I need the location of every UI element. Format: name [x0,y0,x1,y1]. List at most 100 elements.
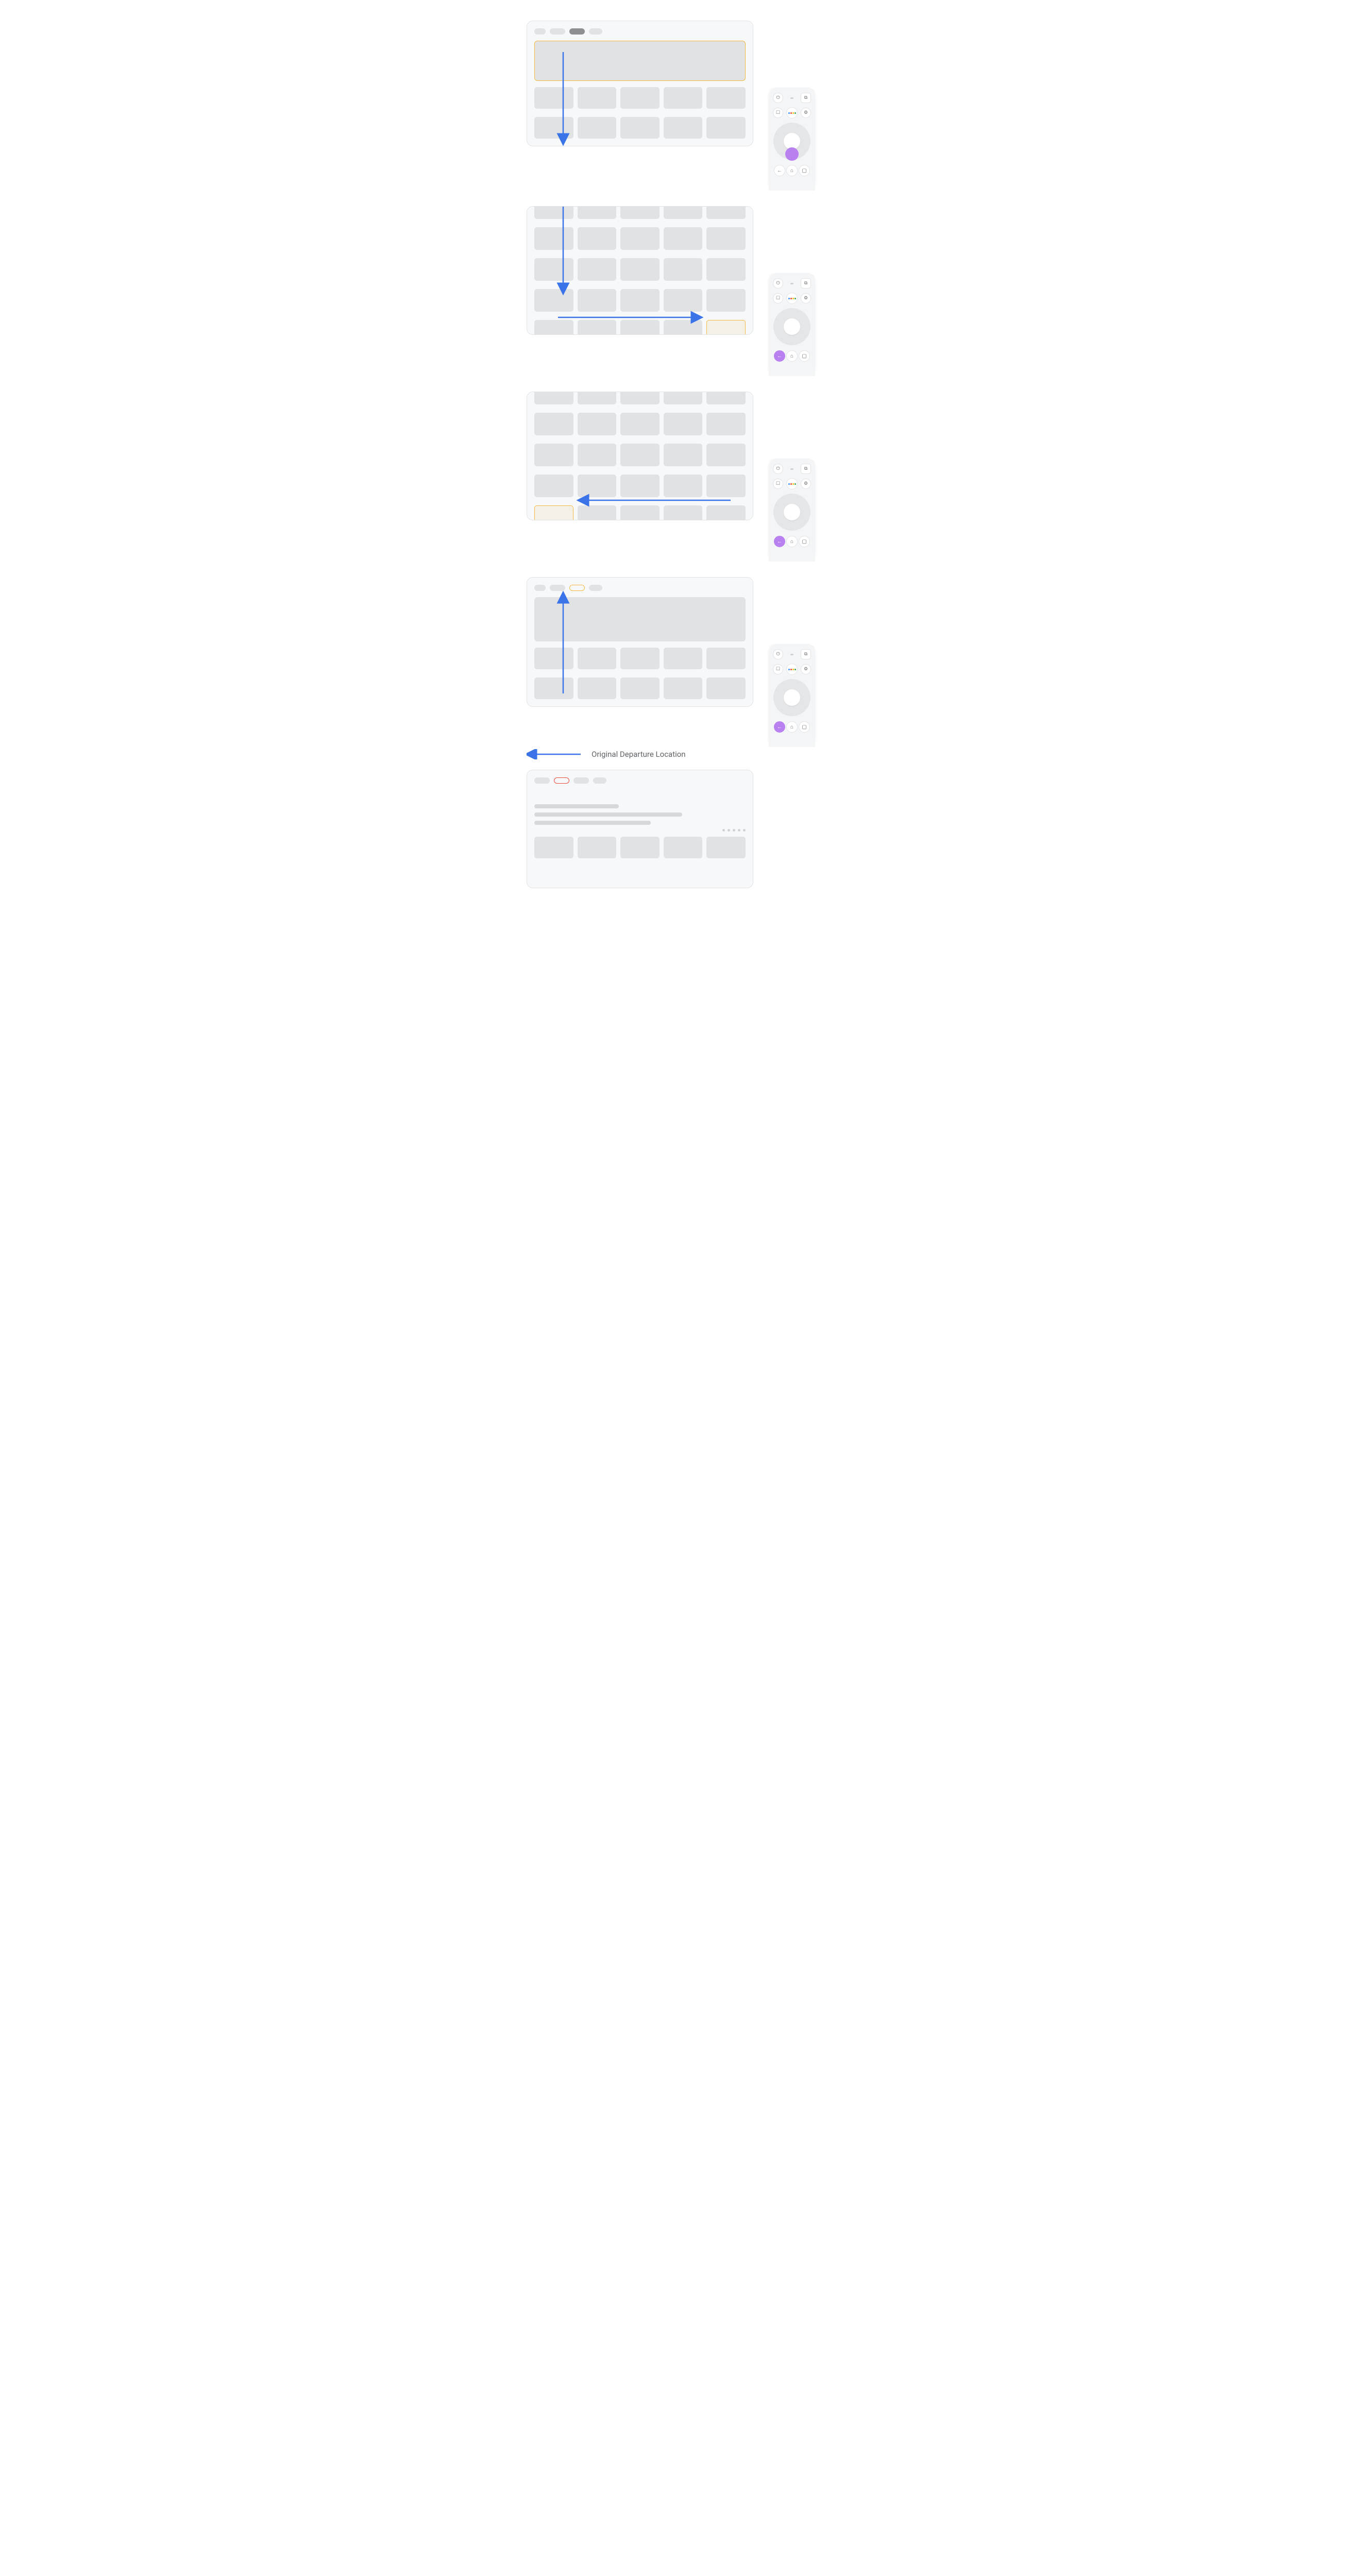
content-tile[interactable] [534,837,573,858]
content-row [534,837,746,858]
input-button[interactable]: ⧉ [801,278,811,289]
live-tv-button[interactable]: ▢ [799,536,810,547]
back-button-highlighted[interactable]: ← [774,350,785,362]
content-tile[interactable] [578,117,617,139]
live-tv-button[interactable]: ▢ [799,165,810,176]
live-tv-button[interactable]: ▢ [799,721,810,733]
tab[interactable] [534,585,546,591]
dpad[interactable] [773,123,810,160]
content-tile[interactable] [664,505,703,520]
back-button-highlighted[interactable]: ← [774,536,785,547]
input-button[interactable]: ⧉ [801,464,811,474]
content-tile[interactable] [534,320,573,335]
content-tile[interactable] [706,117,746,139]
tab[interactable] [589,585,602,591]
skeleton-text [534,812,682,817]
dpad-select[interactable] [784,504,800,520]
content-tile[interactable] [578,320,617,335]
settings-button[interactable]: ⚙ [801,664,811,674]
dpad-down-highlight [785,147,799,161]
hero-card[interactable] [534,597,746,641]
content-tile[interactable] [706,837,746,858]
settings-button[interactable]: ⚙ [801,293,811,303]
tab[interactable] [534,777,550,784]
home-button[interactable]: ⌂ [786,536,798,547]
bookmark-button[interactable]: ☐ [773,479,783,489]
bookmark-button[interactable]: ☐ [773,293,783,303]
home-button[interactable]: ⌂ [786,721,798,733]
content-tile-focused[interactable] [534,505,573,520]
tab[interactable] [593,777,606,784]
content-tile[interactable] [664,837,703,858]
arrow-left-caption [527,749,583,759]
power-button[interactable]: ⏻ [773,93,783,103]
tab[interactable] [573,777,589,784]
tab[interactable] [589,28,602,35]
back-button[interactable]: ← [774,165,785,176]
content-tile[interactable] [620,87,660,109]
bookmark-button[interactable]: ☐ [773,108,783,118]
skeleton-text [534,821,651,825]
dpad-select[interactable] [784,318,800,335]
tab-active[interactable] [569,28,585,35]
tab[interactable] [550,585,565,591]
content-tile[interactable] [620,117,660,139]
tv-panel-4 [527,577,753,707]
content-tile[interactable] [620,837,660,858]
live-tv-button[interactable]: ▢ [799,350,810,362]
content-tile[interactable] [706,505,746,520]
content-tile[interactable] [664,87,703,109]
tv-panel-2 [527,206,753,335]
assistant-button[interactable] [786,664,798,675]
content-tile[interactable] [664,117,703,139]
mic-icon [790,97,793,99]
home-button[interactable]: ⌂ [786,350,798,362]
tv-panel-3 [527,392,753,520]
content-tile[interactable] [534,87,573,109]
tab-bar [534,28,746,35]
content-tile[interactable] [706,87,746,109]
dpad[interactable] [773,679,810,716]
power-button[interactable]: ⏻ [773,649,783,659]
tab[interactable] [534,28,546,35]
remote-control: ⏻ ⧉ ☐ ⚙ ← ⌂ ▢ [769,273,815,371]
dpad[interactable] [773,494,810,531]
tab[interactable] [550,28,565,35]
settings-button[interactable]: ⚙ [801,108,811,118]
assistant-button[interactable] [786,478,798,489]
content-tile[interactable] [578,837,617,858]
power-button[interactable]: ⏻ [773,464,783,474]
input-button[interactable]: ⧉ [801,93,811,103]
mic-icon [790,468,793,470]
content-tile[interactable] [664,320,703,335]
content-row [534,320,746,335]
back-button-highlighted[interactable]: ← [774,721,785,733]
tab-focused[interactable] [569,585,585,591]
bookmark-button[interactable]: ☐ [773,664,783,674]
remote-control: ⏻ ⧉ ☐ ⚙ ← ⌂ ▢ [769,88,815,185]
content-tile[interactable] [620,505,660,520]
mic-icon [790,283,793,284]
power-button[interactable]: ⏻ [773,278,783,289]
content-tile[interactable] [534,117,573,139]
content-row [534,117,746,139]
assistant-button[interactable] [786,293,798,304]
skeleton-title [534,804,619,808]
tv-panel-5 [527,770,753,888]
input-button[interactable]: ⧉ [801,649,811,659]
settings-button[interactable]: ⚙ [801,479,811,489]
remote-control: ⏻ ⧉ ☐ ⚙ ← ⌂ ▢ [769,644,815,742]
content-tile-focused[interactable] [706,320,746,335]
home-button[interactable]: ⌂ [786,165,798,176]
tab-focused-origin[interactable] [554,777,569,784]
dpad-select[interactable] [784,689,800,706]
tv-panel-1 [527,21,753,146]
pagination-dots [534,829,746,832]
assistant-button[interactable] [786,107,798,118]
dpad[interactable] [773,308,810,345]
hero-card-focused[interactable] [534,41,746,81]
content-tile[interactable] [578,505,617,520]
content-tile[interactable] [578,87,617,109]
caption-text: Original Departure Location [592,750,686,759]
content-tile[interactable] [620,320,660,335]
